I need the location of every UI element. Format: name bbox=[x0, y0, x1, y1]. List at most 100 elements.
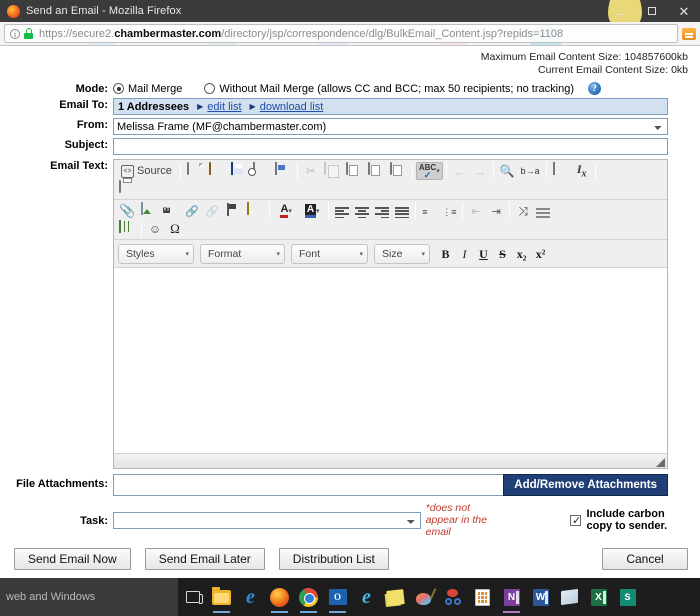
task-select[interactable] bbox=[113, 511, 421, 529]
indent-button[interactable]: ⇥ bbox=[486, 202, 506, 220]
align-left-button[interactable] bbox=[332, 202, 352, 220]
horizontal-rule-button[interactable] bbox=[533, 202, 553, 220]
internet-explorer-button[interactable]: e bbox=[352, 578, 381, 616]
background-color-icon: A bbox=[304, 204, 317, 218]
subscript-button[interactable]: x₂ bbox=[512, 245, 531, 264]
editor-content-area[interactable] bbox=[114, 268, 667, 453]
word-button[interactable]: W bbox=[526, 578, 555, 616]
task-view-button[interactable] bbox=[178, 578, 207, 616]
microsoft-edge-button[interactable]: e bbox=[236, 578, 265, 616]
redo-button[interactable]: → bbox=[470, 162, 490, 180]
insert-link-button[interactable]: 🔗 bbox=[182, 202, 202, 220]
send-email-now-button[interactable]: Send Email Now bbox=[14, 548, 131, 570]
source-icon: <> bbox=[121, 164, 134, 178]
sharepoint-button[interactable]: S bbox=[613, 578, 642, 616]
cancel-button[interactable]: Cancel bbox=[602, 548, 688, 570]
italic-button[interactable]: I bbox=[455, 245, 474, 264]
underline-button[interactable]: U bbox=[474, 245, 493, 264]
styles-combo[interactable]: Styles ▾ bbox=[118, 244, 194, 264]
paste-word-button[interactable] bbox=[387, 162, 409, 180]
subject-input[interactable] bbox=[113, 138, 668, 155]
templates-button[interactable] bbox=[272, 162, 294, 180]
from-select[interactable]: Melissa Frame (MF@chambermaster.com) bbox=[113, 118, 668, 135]
snipping-tool-button[interactable] bbox=[439, 578, 468, 616]
google-chrome-button[interactable] bbox=[294, 578, 323, 616]
attach-file-button[interactable]: 📎 bbox=[116, 202, 138, 220]
sharepoint-icon: S bbox=[619, 588, 636, 606]
mode-label: Mode: bbox=[75, 83, 108, 95]
radio-without-mail-merge[interactable] bbox=[204, 83, 216, 94]
site-info-icon[interactable]: i bbox=[10, 28, 20, 39]
editor-resize-handle[interactable] bbox=[656, 458, 665, 467]
maximize-button[interactable] bbox=[636, 0, 668, 22]
unlink-button[interactable]: 🔗 bbox=[202, 202, 222, 220]
carbon-copy-checkbox[interactable] bbox=[570, 514, 582, 527]
open-file-button[interactable] bbox=[206, 162, 228, 180]
outdent-button[interactable]: ⇤ bbox=[466, 202, 486, 220]
copy-button[interactable] bbox=[321, 162, 343, 180]
superscript-button[interactable]: x² bbox=[531, 245, 550, 264]
email-to-label: Email To: bbox=[59, 99, 108, 111]
new-page-button[interactable] bbox=[184, 162, 206, 180]
special-char-button[interactable]: Ω bbox=[165, 220, 185, 238]
size-combo[interactable]: Size ▾ bbox=[374, 244, 430, 264]
insert-table-button[interactable] bbox=[116, 220, 138, 238]
calculator-button[interactable] bbox=[468, 578, 497, 616]
file-explorer-button[interactable] bbox=[207, 578, 236, 616]
excel-button[interactable]: X bbox=[584, 578, 613, 616]
anchor-button[interactable] bbox=[222, 202, 244, 220]
taskbar-search-box[interactable]: web and Windows bbox=[0, 578, 178, 616]
remove-format-button[interactable]: Ix bbox=[572, 162, 592, 180]
reader-mode-icon[interactable] bbox=[682, 27, 696, 40]
format-combo[interactable]: Format ▾ bbox=[200, 244, 285, 264]
text-color-button[interactable]: A ▾ bbox=[273, 202, 299, 220]
insert-field-button[interactable] bbox=[244, 202, 266, 220]
minimize-button[interactable] bbox=[604, 0, 636, 22]
paste-text-button[interactable] bbox=[365, 162, 387, 180]
spellcheck-button[interactable]: ABC ✓ ▾ bbox=[415, 162, 443, 180]
replace-button[interactable]: b→a bbox=[518, 162, 543, 180]
bold-button[interactable]: B bbox=[436, 245, 455, 264]
strikethrough-button[interactable]: S bbox=[493, 245, 512, 264]
toolbar-separator bbox=[269, 203, 271, 219]
edit-list-link[interactable]: edit list bbox=[207, 101, 241, 113]
firefox-button[interactable] bbox=[265, 578, 294, 616]
cut-button[interactable]: ✂ bbox=[301, 162, 321, 180]
align-center-button[interactable] bbox=[352, 202, 372, 220]
close-button[interactable]: ✕ bbox=[668, 0, 700, 22]
send-email-later-button[interactable]: Send Email Later bbox=[144, 548, 265, 570]
preview-button[interactable] bbox=[250, 162, 272, 180]
align-justify-button[interactable] bbox=[392, 202, 412, 220]
font-combo[interactable]: Font ▾ bbox=[291, 244, 368, 264]
numbered-list-button[interactable]: ≡ bbox=[419, 202, 439, 220]
add-remove-attachments-button[interactable]: Add/Remove Attachments bbox=[503, 474, 668, 496]
templates-icon bbox=[274, 162, 277, 175]
align-right-button[interactable] bbox=[372, 202, 392, 220]
editor-toolbar: <> Source ✂ ABC ✓ ▾ ← → 🔍 b→a Ix bbox=[114, 160, 667, 200]
insert-image-button[interactable] bbox=[138, 202, 160, 220]
find-button[interactable]: 🔍 bbox=[497, 162, 518, 180]
sticky-notes-button[interactable] bbox=[381, 578, 410, 616]
print-button[interactable] bbox=[116, 180, 138, 198]
insert-flash-button[interactable]: YT bbox=[160, 202, 182, 220]
download-list-link[interactable]: download list bbox=[260, 101, 324, 113]
radio-mail-merge[interactable] bbox=[113, 83, 124, 94]
outlook-button[interactable]: O bbox=[323, 578, 352, 616]
select-all-button[interactable] bbox=[550, 162, 572, 180]
url-bar[interactable]: i https://secure2.chambermaster.com/dire… bbox=[4, 24, 678, 43]
save-button[interactable] bbox=[228, 162, 250, 180]
help-icon[interactable]: ? bbox=[587, 82, 601, 95]
paint-button[interactable] bbox=[410, 578, 439, 616]
reader-button[interactable] bbox=[555, 578, 584, 616]
bulleted-list-button[interactable]: ⋮≡ bbox=[439, 202, 459, 220]
background-color-button[interactable]: A ▾ bbox=[299, 202, 325, 220]
smiley-button[interactable]: ☺ bbox=[145, 220, 165, 238]
carbon-copy-label: Include carbon copy to sender. bbox=[586, 508, 668, 532]
maximize-button[interactable]: ⤨ bbox=[513, 202, 533, 220]
paste-button[interactable] bbox=[343, 162, 365, 180]
undo-button[interactable]: ← bbox=[450, 162, 470, 180]
internet-explorer-icon: e bbox=[362, 586, 371, 608]
distribution-list-button[interactable]: Distribution List bbox=[278, 548, 389, 570]
onenote-button[interactable]: N bbox=[497, 578, 526, 616]
size-info-block: Maximum Email Content Size: 104857600kb … bbox=[0, 47, 700, 77]
